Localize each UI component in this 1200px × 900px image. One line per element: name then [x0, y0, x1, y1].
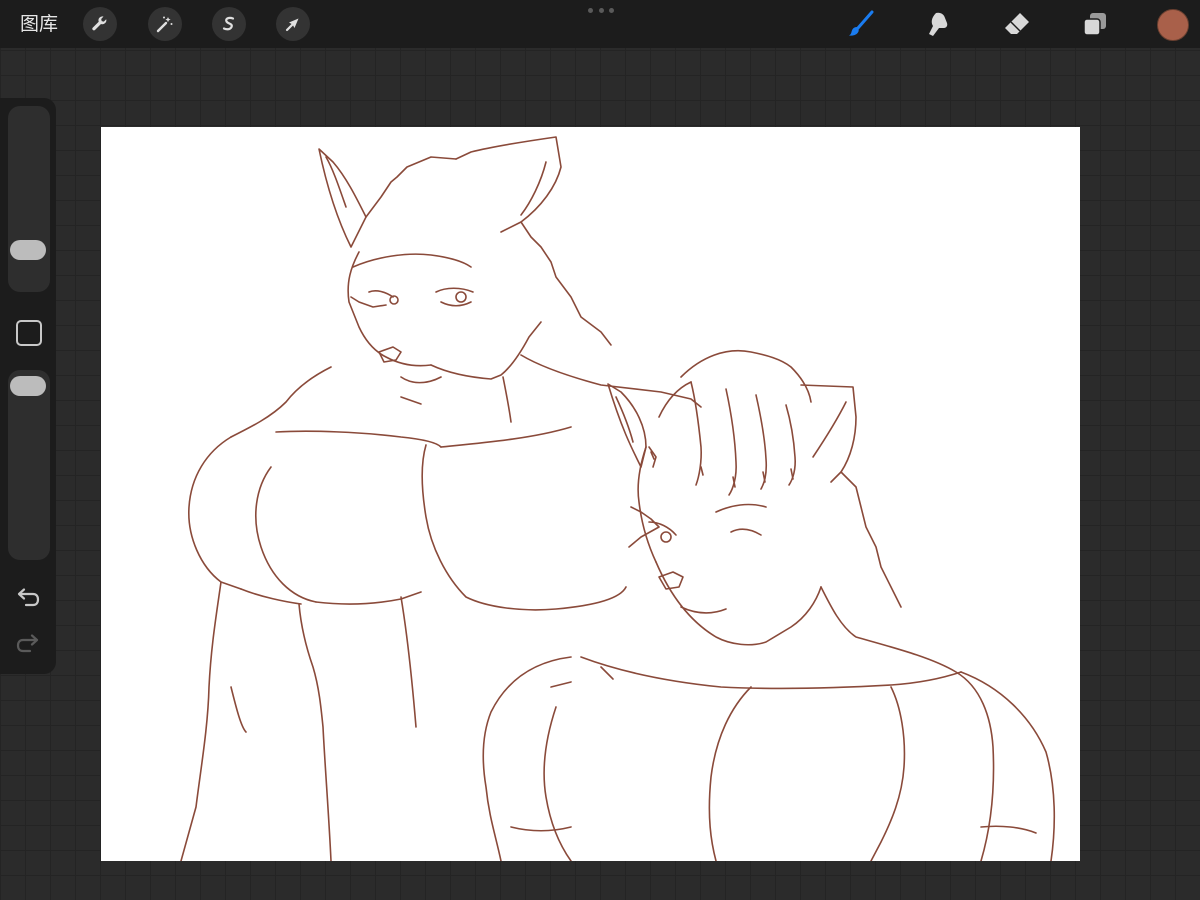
color-picker-swatch[interactable]: [1157, 9, 1189, 41]
layers-button[interactable]: [1077, 6, 1113, 42]
dot: [609, 8, 614, 13]
dot: [588, 8, 593, 13]
actions-button[interactable]: [83, 7, 117, 41]
smudge-button[interactable]: [921, 6, 957, 42]
left-sidebar: [0, 98, 56, 674]
dot: [598, 8, 604, 13]
drag-handle[interactable]: [588, 8, 614, 14]
modify-button[interactable]: [16, 320, 42, 346]
arrow-cursor-icon: [285, 18, 299, 32]
brush-icon: [849, 10, 874, 36]
selection-icon: [222, 16, 235, 31]
gallery-button[interactable]: 图库: [20, 12, 58, 36]
selection-button[interactable]: [212, 7, 246, 41]
brush-size-slider-thumb[interactable]: [10, 240, 46, 260]
eraser-button[interactable]: [999, 6, 1035, 42]
adjustments-button[interactable]: [148, 7, 182, 41]
redo-button[interactable]: [14, 632, 42, 658]
eraser-icon: [1005, 13, 1029, 34]
transform-button[interactable]: [276, 7, 310, 41]
wrench-icon: [92, 16, 107, 31]
brush-size-slider[interactable]: [8, 106, 50, 292]
brush-button[interactable]: [843, 6, 879, 42]
magic-wand-icon: [156, 16, 173, 33]
layers-icon: [1083, 13, 1106, 36]
opacity-slider[interactable]: [8, 370, 50, 560]
line-art-drawing: [180, 136, 1056, 861]
smudge-icon: [929, 12, 948, 36]
top-toolbar: 图库: [0, 0, 1200, 48]
drawing-canvas[interactable]: [101, 127, 1080, 861]
undo-icon: [17, 588, 40, 607]
redo-icon: [16, 634, 39, 653]
opacity-slider-thumb[interactable]: [10, 376, 46, 396]
undo-button[interactable]: [14, 586, 42, 612]
